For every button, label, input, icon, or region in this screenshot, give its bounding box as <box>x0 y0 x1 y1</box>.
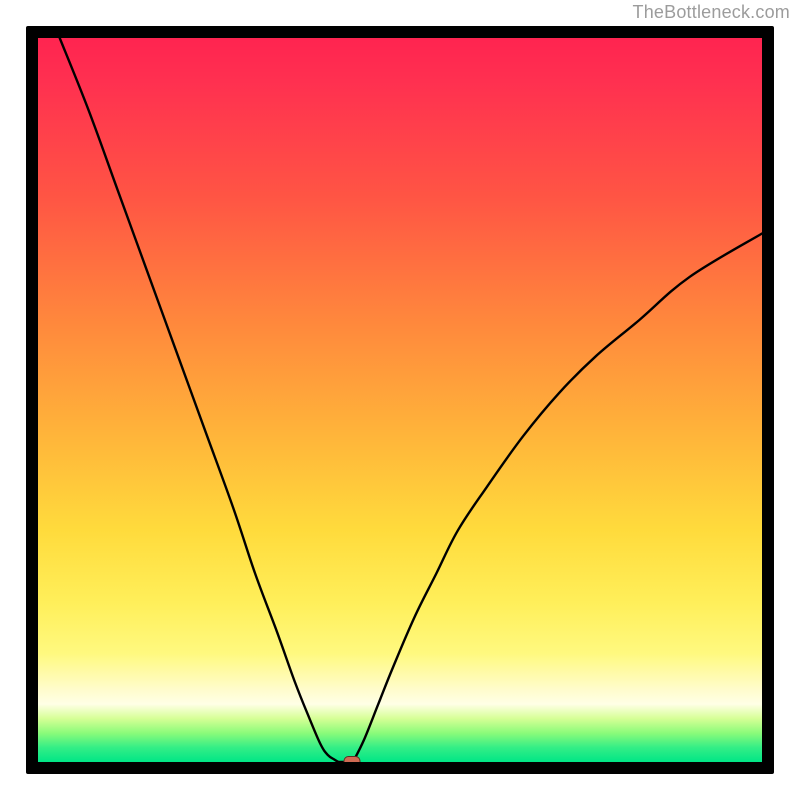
curve-left-branch <box>60 38 339 762</box>
bottleneck-marker <box>344 756 361 762</box>
bottleneck-curve <box>38 38 762 762</box>
curve-right-branch <box>353 233 762 762</box>
chart-frame: TheBottleneck.com <box>0 0 800 800</box>
plot-area <box>38 38 762 762</box>
plot-border <box>26 26 774 774</box>
watermark-text: TheBottleneck.com <box>633 2 790 23</box>
